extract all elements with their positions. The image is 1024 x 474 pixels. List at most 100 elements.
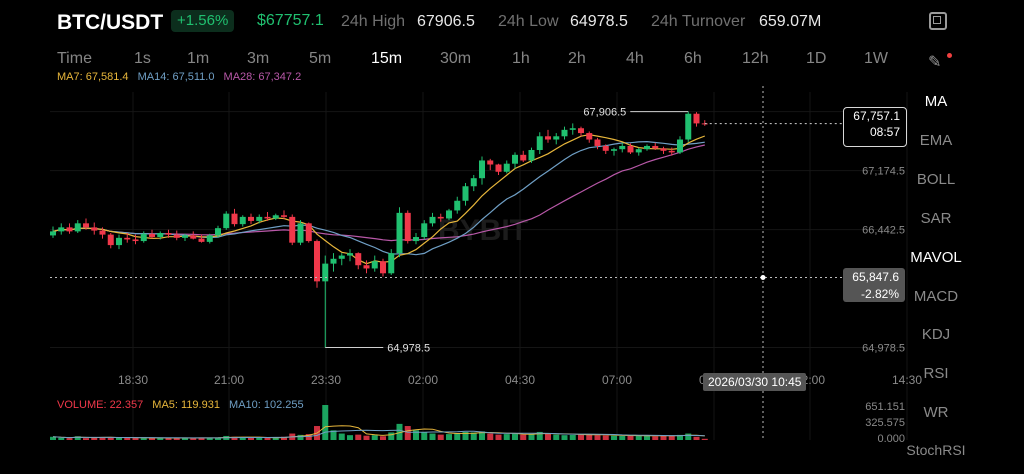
volume-bar: [512, 433, 518, 440]
candle-body: [355, 253, 362, 266]
candle-body: [198, 238, 205, 242]
candle-body: [561, 129, 568, 137]
x-tick-label: 18:30: [118, 373, 148, 387]
candle-body: [454, 200, 461, 211]
price-tag-countdown: 08:57: [869, 125, 900, 139]
volume-bar: [701, 438, 708, 440]
volume-ma5-legend: MA5: 119.931: [152, 399, 220, 411]
indicator-rsi[interactable]: RSI: [905, 365, 967, 382]
indicator-stochrsi[interactable]: StochRSI: [905, 442, 967, 458]
volume-bar: [421, 432, 428, 440]
candle-body: [693, 113, 700, 124]
candle-body: [74, 223, 81, 232]
volume-bar: [594, 435, 601, 440]
candle-body: [371, 261, 378, 269]
volume-bar: [503, 434, 510, 440]
x-tick-label: 02:00: [408, 373, 438, 387]
volume-bar: [83, 438, 89, 440]
candle-body: [380, 261, 386, 274]
volume-bar: [116, 437, 122, 440]
candle-body: [668, 150, 675, 153]
candle-body: [206, 235, 213, 242]
ma28-line: [52, 144, 705, 242]
candle-body: [470, 178, 477, 187]
volume-bar: [693, 436, 700, 440]
candle-body: [652, 145, 659, 149]
candle-body: [215, 228, 221, 236]
volume-bar: [132, 437, 139, 440]
volume-bar: [668, 435, 675, 440]
volume-bar: [569, 434, 576, 440]
volume-tick-label: 325.575: [865, 417, 905, 429]
crosshair-price-tag: 65,847.6 -2.82%: [843, 268, 905, 302]
volume-bar: [355, 434, 362, 440]
volume-bar: [388, 432, 395, 440]
volume-bar: [107, 437, 114, 440]
candle-body: [627, 145, 634, 153]
indicator-mavol[interactable]: MAVOL: [905, 249, 967, 266]
candle-body: [338, 255, 345, 259]
y-tick-label: 64,978.5: [862, 343, 905, 355]
candle-body: [83, 223, 89, 228]
volume-bar: [545, 433, 551, 440]
candle-body: [91, 227, 98, 231]
candle-body: [446, 210, 452, 219]
candle-body: [660, 148, 667, 151]
candle-body: [66, 227, 73, 232]
volume-bar: [140, 438, 147, 440]
indicator-wr[interactable]: WR: [905, 404, 967, 421]
price-tag-value: 67,757.1: [853, 109, 900, 123]
candle-body: [289, 216, 296, 243]
crosshair-dot: [760, 275, 766, 281]
candle-body: [239, 216, 246, 225]
candle-body: [479, 160, 485, 179]
candle-body: [512, 154, 518, 164]
candle-body: [396, 212, 403, 254]
indicator-macd[interactable]: MACD: [905, 288, 967, 305]
low-marker-label: 64,978.5: [387, 343, 430, 355]
volume-bar: [495, 434, 502, 440]
candle-body: [569, 128, 576, 130]
candle-body: [685, 113, 692, 140]
volume-bar: [528, 434, 535, 440]
volume-bar: [619, 435, 626, 440]
volume-bar: [553, 434, 560, 440]
volume-bar: [404, 426, 411, 440]
candle-body: [248, 216, 254, 221]
volume-bar: [602, 435, 609, 440]
indicator-sar[interactable]: SAR: [905, 210, 967, 227]
ma7-line: [52, 134, 706, 265]
volume-tick-label: 651.151: [865, 401, 905, 413]
candle-body: [50, 231, 56, 236]
candle-body: [173, 234, 180, 238]
candle-body: [264, 216, 271, 219]
x-tick-label: 23:30: [311, 373, 341, 387]
candle-body: [231, 213, 238, 225]
candle-body: [429, 216, 436, 224]
candle-body: [330, 258, 337, 264]
candle-body: [404, 212, 411, 242]
candle-body: [58, 227, 65, 232]
volume-bar: [347, 435, 353, 440]
candle-body: [528, 149, 535, 161]
candle-body: [305, 223, 312, 242]
candle-body: [140, 233, 147, 242]
indicator-kdj[interactable]: KDJ: [905, 326, 967, 343]
candle-body: [322, 263, 329, 282]
volume-legend: VOLUME: 22.357 MA5: 119.931 MA10: 102.25…: [57, 399, 310, 411]
indicator-boll[interactable]: BOLL: [905, 171, 967, 188]
volume-bar: [58, 437, 65, 440]
volume-legend-value: VOLUME: 22.357: [57, 399, 144, 411]
candle-body: [149, 233, 155, 238]
candle-body: [503, 163, 510, 172]
volume-bar: [363, 435, 370, 440]
volume-tick-label: 0.000: [877, 433, 905, 445]
indicator-ema[interactable]: EMA: [905, 132, 967, 149]
x-tick-label: 04:30: [505, 373, 535, 387]
candle-body: [297, 223, 304, 243]
candle-body: [281, 215, 287, 217]
candle-body: [437, 216, 444, 219]
volume-bar: [586, 434, 593, 440]
volume-bar: [520, 434, 527, 440]
indicator-ma[interactable]: MA: [905, 93, 967, 110]
